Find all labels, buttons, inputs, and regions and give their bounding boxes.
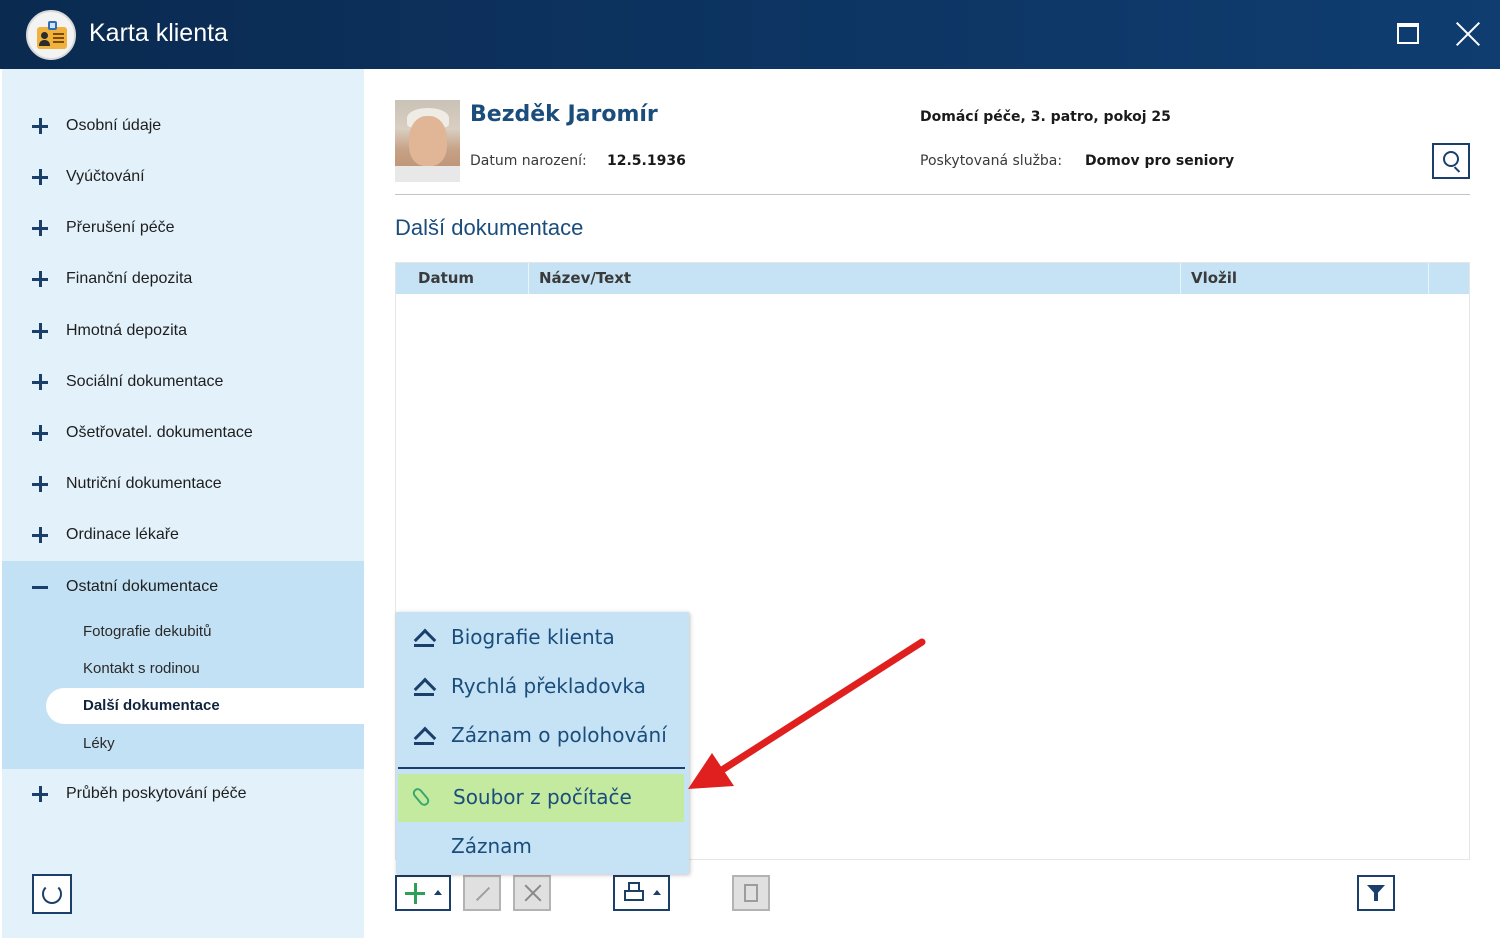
- client-name: Bezděk Jaromír: [470, 102, 658, 127]
- plus-icon: [32, 220, 48, 236]
- preview-button[interactable]: [732, 875, 770, 911]
- minus-icon: [32, 579, 48, 595]
- sidebar-item-osobni-udaje[interactable]: Osobní údaje: [2, 105, 364, 149]
- sidebar-item-label: Ostatní dokumentace: [66, 578, 219, 595]
- add-menu-popup: Biografie klienta Rychlá překladovka Záz…: [396, 612, 689, 874]
- form-icon: [414, 727, 434, 745]
- sidebar-subitem-dalsi-dokumentace[interactable]: Další dokumentace: [46, 688, 364, 724]
- sidebar-item-label: Osobní údaje: [66, 117, 162, 134]
- filter-button[interactable]: [1357, 875, 1395, 911]
- add-button[interactable]: [395, 875, 451, 911]
- menu-divider: [398, 767, 685, 769]
- sidebar-item-label: Průběh poskytování péče: [66, 785, 247, 802]
- sidebar-item-label: Finanční depozita: [66, 270, 193, 287]
- sidebar-item-financni-depozita[interactable]: Finanční depozita: [2, 258, 364, 302]
- sidebar-item-nutricni-dokumentace[interactable]: Nutriční dokumentace: [2, 463, 364, 507]
- header-divider: [395, 194, 1470, 195]
- page-title: Další dokumentace: [395, 215, 584, 240]
- sidebar-subitem-label: Další dokumentace: [83, 697, 220, 714]
- service-label: Poskytovaná služba:: [920, 153, 1063, 169]
- sidebar-subitem-label: Fotografie dekubitů: [83, 623, 212, 640]
- sidebar-subitem-label: Kontakt s rodinou: [83, 660, 200, 677]
- preview-icon: [744, 884, 758, 902]
- sidebar-item-label: Sociální dokumentace: [66, 373, 224, 390]
- sidebar-item-hmotna-depozita[interactable]: Hmotná depozita: [2, 310, 364, 354]
- sidebar-item-ordinace-lekare[interactable]: Ordinace lékaře: [2, 514, 364, 558]
- plus-icon: [32, 476, 48, 492]
- title-bar: Karta klienta: [0, 0, 1500, 69]
- sidebar-subitem-label: Léky: [83, 735, 115, 752]
- column-header-datum[interactable]: Datum: [396, 263, 529, 294]
- table-header: Datum Název/Text Vložil: [396, 263, 1469, 294]
- birth-date-label: Datum narození:: [470, 153, 587, 169]
- menu-item-zaznam-o-polohovani[interactable]: Záznam o polohování: [396, 712, 689, 760]
- refresh-button[interactable]: [32, 874, 72, 914]
- menu-item-rychla-prekladovka[interactable]: Rychlá překladovka: [396, 663, 689, 711]
- search-icon: [1443, 151, 1459, 167]
- plus-icon: [32, 527, 48, 543]
- menu-item-label: Záznam o polohování: [451, 723, 667, 747]
- plus-icon: [32, 425, 48, 441]
- caret-up-icon: [434, 890, 442, 895]
- sidebar-item-vyuctovani[interactable]: Vyúčtování: [2, 156, 364, 200]
- paperclip-icon: [410, 786, 432, 808]
- menu-item-soubor-z-pocitace[interactable]: Soubor z počítače: [398, 774, 684, 822]
- menu-item-label: Biografie klienta: [451, 625, 615, 649]
- sidebar-item-preruseni-pece[interactable]: Přerušení péče: [2, 207, 364, 251]
- sidebar-item-label: Nutriční dokumentace: [66, 475, 222, 492]
- plus-icon: [32, 374, 48, 390]
- window-title: Karta klienta: [89, 19, 228, 47]
- column-header-nazev[interactable]: Název/Text: [529, 263, 1181, 294]
- maximize-icon: [1397, 23, 1419, 44]
- client-location: Domácí péče, 3. patro, pokoj 25: [920, 109, 1171, 125]
- sidebar-item-label: Hmotná depozita: [66, 322, 187, 339]
- sidebar-item-prubeh-poskytovani-pece[interactable]: Průběh poskytování péče: [2, 773, 364, 817]
- delete-button[interactable]: [513, 875, 551, 911]
- pencil-icon: [475, 886, 491, 902]
- plus-icon: [32, 118, 48, 134]
- menu-item-label: Soubor z počítače: [453, 785, 632, 809]
- sidebar-item-label: Ošetřovatel. dokumentace: [66, 424, 253, 441]
- maximize-button[interactable]: [1390, 16, 1426, 52]
- client-search-button[interactable]: [1432, 143, 1470, 179]
- menu-item-label: Rychlá překladovka: [451, 674, 646, 698]
- sidebar-item-osetrovatel-dokumentace[interactable]: Ošetřovatel. dokumentace: [2, 412, 364, 456]
- plus-icon: [32, 169, 48, 185]
- sidebar-subitem-leky[interactable]: Léky: [2, 726, 364, 762]
- menu-item-biografie-klienta[interactable]: Biografie klienta: [396, 614, 689, 662]
- sidebar-subitem-fotografie-dekubitu[interactable]: Fotografie dekubitů: [2, 614, 364, 650]
- plus-icon: [32, 323, 48, 339]
- sidebar-item-label: Přerušení péče: [66, 219, 175, 236]
- refresh-icon: [42, 884, 62, 904]
- print-button[interactable]: [613, 875, 670, 911]
- birth-date-value: 12.5.1936: [607, 153, 686, 169]
- sidebar: Osobní údaje Vyúčtování Přerušení péče F…: [2, 69, 364, 938]
- sidebar-item-socialni-dokumentace[interactable]: Sociální dokumentace: [2, 361, 364, 405]
- sidebar-item-label: Vyúčtování: [66, 168, 145, 185]
- menu-item-zaznam[interactable]: Záznam: [396, 823, 689, 871]
- close-button[interactable]: [1450, 16, 1486, 52]
- plus-icon: [32, 786, 48, 802]
- service-value: Domov pro seniory: [1085, 153, 1235, 169]
- sidebar-item-ostatni-dokumentace[interactable]: Ostatní dokumentace: [2, 566, 364, 610]
- form-icon: [414, 629, 434, 647]
- edit-button[interactable]: [463, 875, 501, 911]
- sidebar-subitem-kontakt-s-rodinou[interactable]: Kontakt s rodinou: [2, 651, 364, 687]
- sidebar-item-label: Ordinace lékaře: [66, 526, 179, 543]
- menu-item-label: Záznam: [451, 834, 532, 858]
- client-photo: [395, 100, 460, 182]
- plus-icon: [32, 271, 48, 287]
- form-icon: [414, 678, 434, 696]
- client-card-icon: [26, 10, 76, 60]
- column-header-vlozil[interactable]: Vložil: [1181, 263, 1429, 294]
- caret-up-icon: [653, 890, 661, 895]
